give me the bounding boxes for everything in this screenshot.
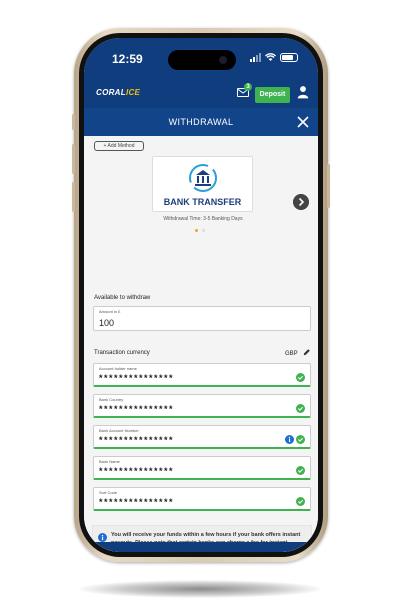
field-value: *************** (99, 435, 175, 445)
camera-icon (219, 56, 227, 64)
field-value: *************** (99, 497, 175, 507)
app-screenshot: 12:59 CORALICE 3 Deposit WITHDRAWAL + Ad… (0, 0, 400, 600)
sort-code-field[interactable]: Sort Code *************** (93, 487, 311, 511)
power-button (327, 164, 330, 208)
deposit-button[interactable]: Deposit (255, 87, 290, 103)
phone-shadow (78, 580, 322, 598)
account-icon[interactable] (297, 85, 309, 99)
carousel-dot[interactable] (195, 229, 198, 232)
check-icon (296, 404, 305, 413)
app-header: CORALICE 3 Deposit (84, 78, 318, 108)
check-icon (296, 435, 305, 444)
withdrawal-form: + Add Method BANK TRANSFER Withdrawal Ti… (84, 136, 318, 552)
bank-transfer-card[interactable]: BANK TRANSFER (152, 156, 253, 212)
check-icon (296, 373, 305, 382)
account-holder-field[interactable]: Account holder name *************** (93, 363, 311, 387)
info-icon[interactable] (285, 435, 294, 444)
amount-value: 100 (99, 318, 115, 328)
amount-field[interactable]: Amount in £ 100 (93, 306, 311, 331)
battery-icon (280, 53, 298, 62)
chevron-right-icon[interactable] (293, 194, 309, 210)
page-title: WITHDRAWAL (168, 117, 234, 127)
mail-badge: 3 (244, 83, 252, 91)
field-label: Bank Account Number (99, 428, 139, 433)
amount-label: Amount in £ (99, 309, 121, 314)
field-label: Bank Name (99, 459, 120, 464)
bank-icon (189, 164, 217, 192)
signal-icon (250, 53, 261, 62)
pencil-icon[interactable] (303, 348, 311, 356)
phone-frame: 12:59 CORALICE 3 Deposit WITHDRAWAL + Ad… (72, 28, 330, 562)
field-label: Account holder name (99, 366, 137, 371)
method-label: BANK TRANSFER (163, 197, 242, 207)
field-value: *************** (99, 404, 175, 414)
check-icon (296, 497, 305, 506)
volume-up-button (72, 144, 75, 174)
brand-logo[interactable]: CORALICE (96, 88, 140, 97)
close-icon[interactable] (297, 116, 309, 128)
title-bar: WITHDRAWAL (84, 108, 318, 136)
check-icon (296, 466, 305, 475)
currency-value: GBP (285, 351, 298, 357)
add-method-button[interactable]: + Add Method (94, 141, 144, 151)
field-value: *************** (99, 466, 175, 476)
phone-screen: 12:59 CORALICE 3 Deposit WITHDRAWAL + Ad… (84, 38, 318, 552)
field-value: *************** (99, 373, 175, 383)
status-bar: 12:59 (84, 38, 318, 78)
info-icon (98, 533, 107, 542)
available-label: Available to withdraw (94, 295, 151, 301)
dynamic-island (168, 50, 236, 70)
currency-label: Transaction currency (94, 350, 150, 356)
field-label: Bank Country (99, 397, 124, 402)
logo-text: CORAL (96, 88, 126, 97)
clock: 12:59 (112, 52, 143, 66)
withdrawal-time: Withdrawal Time: 3-5 Banking Days (163, 216, 243, 222)
bank-name-field[interactable]: Bank Name *************** (93, 456, 311, 480)
side-button (72, 114, 75, 130)
carousel-dot[interactable] (202, 229, 205, 232)
bank-account-number-field[interactable]: Bank Account Number *************** (93, 425, 311, 449)
status-icons (250, 53, 298, 62)
logo-accent: ICE (125, 88, 141, 97)
wifi-icon (265, 53, 276, 61)
bank-country-field[interactable]: Bank Country *************** (93, 394, 311, 418)
bottom-bar (84, 542, 318, 552)
field-label: Sort Code (99, 490, 118, 495)
carousel-dots (195, 229, 205, 232)
volume-down-button (72, 182, 75, 212)
